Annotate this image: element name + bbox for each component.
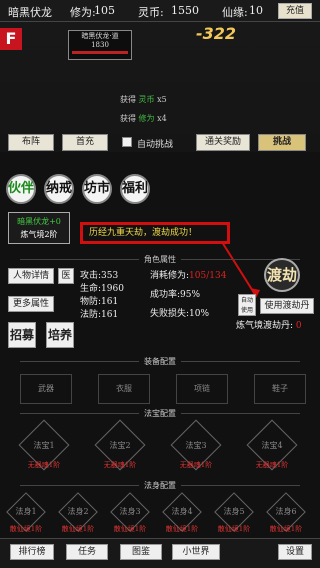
enemy-name: 暗黑伏龙·道	[81, 32, 119, 40]
tribulation-button[interactable]: 渡劫	[264, 258, 300, 292]
recruit-button[interactable]: 招募	[8, 322, 36, 348]
formation-button[interactable]: 布阵	[8, 134, 54, 151]
loot-line-1: 获得 灵币 x5	[120, 94, 167, 105]
equip-slot-shoes[interactable]: 鞋子	[254, 374, 306, 404]
treasure-name: 法宝2	[109, 441, 131, 450]
enemy-card[interactable]: 暗黑伏龙·道 1830	[68, 30, 132, 60]
companion-button[interactable]: 伙伴	[6, 174, 36, 204]
nav-tasks-button[interactable]: 任务	[66, 544, 108, 560]
welfare-button[interactable]: 福利	[120, 174, 150, 204]
jade-label: 仙缘:	[222, 6, 248, 19]
hero-card[interactable]: 暗黑伏龙+0 炼气境2阶	[8, 212, 70, 244]
pill-count: 炼气境渡劫丹: 0	[236, 321, 302, 331]
body-level: 散仙境1阶	[165, 525, 199, 533]
body-name: 法身3	[119, 507, 141, 516]
treasure-level: 无器魂1阶	[27, 461, 61, 469]
stat-mdef: 法防:161	[80, 310, 119, 320]
stat-fail: 失败损失:10%	[150, 309, 210, 319]
stat-cost: 消耗修为:105/134	[150, 271, 227, 281]
battle-area	[0, 22, 320, 152]
body-level: 散仙境1阶	[9, 525, 43, 533]
auto-challenge-checkbox[interactable]	[122, 137, 132, 147]
hero-realm: 炼气境2阶	[20, 230, 58, 239]
equip-slot-armor[interactable]: 衣服	[98, 374, 150, 404]
clear-reward-button[interactable]: 通关奖励	[196, 134, 250, 151]
game-logo-icon: F	[0, 28, 22, 50]
treasure-name: 法宝4	[261, 441, 283, 450]
cultivation-value: 105	[94, 4, 115, 17]
spirit-value: 1550	[171, 4, 199, 17]
more-attrs-button[interactable]: 更多属性	[8, 296, 54, 312]
spirit-label: 灵币:	[138, 6, 164, 19]
body-name: 法身6	[275, 507, 297, 516]
body-name: 法身2	[67, 507, 89, 516]
loot-item: 灵币	[138, 95, 155, 104]
section-title-treasure: 法宝配置	[0, 408, 320, 418]
equip-slot-necklace[interactable]: 项链	[176, 374, 228, 404]
body-level: 散仙境1阶	[113, 525, 147, 533]
damage-number: -322	[196, 24, 237, 43]
character-detail-button[interactable]: 人物详情	[8, 268, 54, 284]
loot-prefix: 获得	[120, 95, 136, 104]
recharge-button[interactable]: 充值	[278, 3, 312, 19]
body-name: 法身1	[15, 507, 37, 516]
nav-atlas-button[interactable]: 图鉴	[120, 544, 162, 560]
loot-count: x4	[157, 114, 167, 123]
treasure-level: 无器魂1阶	[103, 461, 137, 469]
treasure-level: 无器魂1阶	[255, 461, 289, 469]
first-charge-button[interactable]: 首充	[62, 134, 108, 151]
loot-count: x5	[157, 95, 167, 104]
stat-hp: 生命:1960	[80, 284, 124, 294]
auto-use-toggle[interactable]: 自动使用	[238, 294, 256, 316]
body-name: 法身4	[171, 507, 193, 516]
treasure-name: 法宝3	[185, 441, 207, 450]
use-pill-button[interactable]: 使用渡劫丹	[260, 298, 314, 314]
nav-rank-button[interactable]: 排行榜	[10, 544, 54, 560]
heal-button[interactable]: 医	[58, 268, 74, 284]
stat-success: 成功率:95%	[150, 290, 201, 300]
challenge-button[interactable]: 挑战	[258, 134, 306, 151]
stat-pdef: 物防:161	[80, 297, 119, 307]
loot-line-2: 获得 修为 x4	[120, 113, 167, 124]
jade-value: 10	[249, 4, 263, 17]
treasure-name: 法宝1	[33, 441, 55, 450]
section-title-body: 法身配置	[0, 480, 320, 490]
player-name: 暗黑伏龙	[8, 6, 52, 19]
auto-challenge-label: 自动挑战	[137, 140, 174, 150]
treasure-level: 无器魂1阶	[179, 461, 213, 469]
loot-prefix: 获得	[120, 114, 136, 123]
nav-settings-button[interactable]: 设置	[278, 544, 312, 560]
train-button[interactable]: 培养	[46, 322, 74, 348]
loot-item: 修为	[138, 114, 155, 123]
enemy-hp: 1830	[91, 41, 109, 49]
body-level: 散仙境1阶	[61, 525, 95, 533]
nav-world-button[interactable]: 小世界	[172, 544, 220, 560]
market-button[interactable]: 坊市	[82, 174, 112, 204]
equip-slot-weapon[interactable]: 武器	[20, 374, 72, 404]
body-name: 法身5	[223, 507, 245, 516]
body-level: 散仙境1阶	[217, 525, 251, 533]
body-level: 散仙境1阶	[269, 525, 303, 533]
top-status-bar: 暗黑伏龙 修为: 105 灵币: 1550 仙缘: 10 充值	[0, 0, 320, 22]
cultivation-label: 修为:	[70, 6, 96, 19]
stat-attack: 攻击:353	[80, 271, 119, 281]
breakthrough-notice: 历经九重天劫，渡劫成功！	[80, 222, 230, 244]
ring-button[interactable]: 纳戒	[44, 174, 74, 204]
enemy-hp-bar	[72, 51, 128, 54]
hero-title: 暗黑伏龙+0	[17, 217, 61, 226]
section-title-equip: 装备配置	[0, 356, 320, 366]
